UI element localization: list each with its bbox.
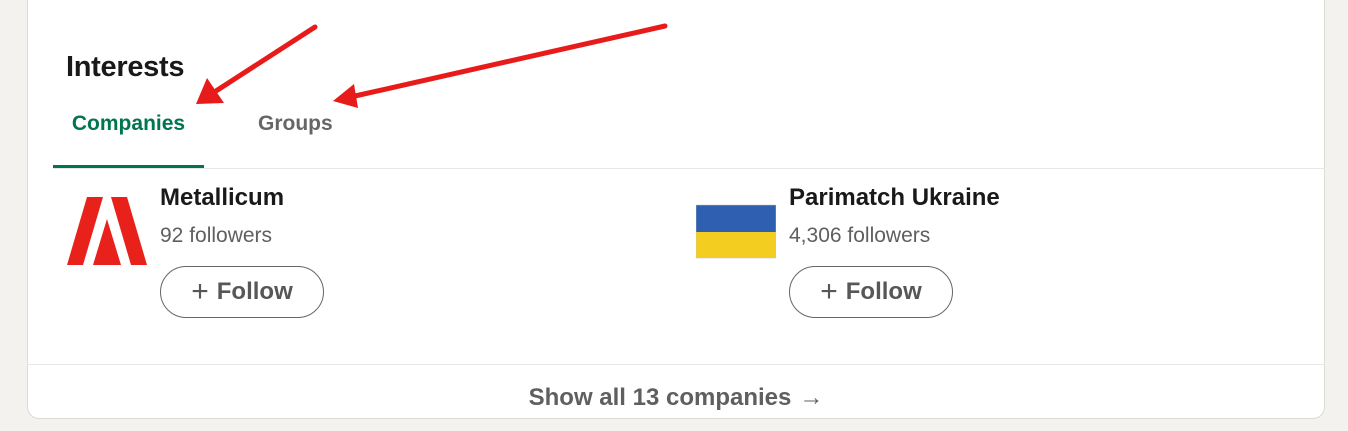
plus-icon: + bbox=[191, 275, 209, 308]
metallicum-logo-icon[interactable] bbox=[67, 197, 147, 265]
follow-button[interactable]: + Follow bbox=[789, 266, 953, 318]
follower-count: 4,306 followers bbox=[789, 224, 931, 247]
plus-icon: + bbox=[820, 275, 838, 308]
follow-label: Follow bbox=[845, 278, 922, 305]
show-all-label: Show all 13 companies bbox=[528, 384, 792, 411]
follow-button[interactable]: + Follow bbox=[160, 266, 324, 318]
tab-companies[interactable]: Companies bbox=[53, 102, 204, 168]
ukraine-flag-icon[interactable] bbox=[696, 197, 776, 265]
section-title: Interests bbox=[66, 51, 185, 83]
show-all-companies-link[interactable]: Show all 13 companies → bbox=[27, 364, 1325, 431]
follow-label: Follow bbox=[216, 278, 293, 305]
tab-bar: Companies Groups bbox=[53, 102, 1325, 169]
company-name[interactable]: Metallicum bbox=[160, 184, 284, 212]
company-name[interactable]: Parimatch Ukraine bbox=[789, 184, 1000, 212]
interests-section: Interests Companies Groups Metallicum 92… bbox=[27, 0, 1325, 430]
follower-count: 92 followers bbox=[160, 224, 273, 247]
tab-groups[interactable]: Groups bbox=[258, 102, 378, 168]
arrow-right-icon: → bbox=[799, 384, 824, 411]
